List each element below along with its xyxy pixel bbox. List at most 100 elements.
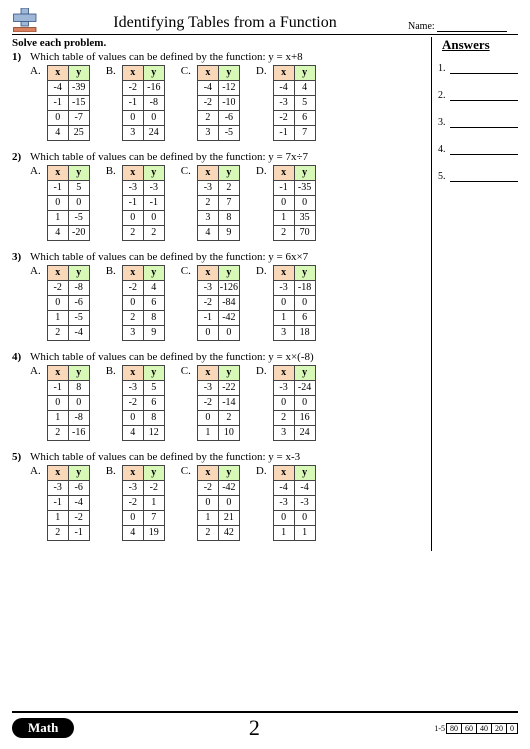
table-row: 135 bbox=[273, 211, 315, 226]
answer-blank[interactable] bbox=[450, 63, 519, 74]
x-header: x bbox=[273, 66, 294, 81]
table-cell: 16 bbox=[294, 411, 315, 426]
table-row: 22 bbox=[122, 226, 164, 241]
answer-number: 2. bbox=[438, 90, 446, 101]
name-blank-line[interactable] bbox=[437, 31, 507, 32]
table-row: -21 bbox=[122, 496, 164, 511]
table-cell: -18 bbox=[294, 281, 315, 296]
table-row: 419 bbox=[122, 526, 164, 541]
table-row: -4-4 bbox=[273, 481, 315, 496]
y-header: y bbox=[68, 66, 89, 81]
table-cell: 4 bbox=[47, 226, 68, 241]
answer-line: 3. bbox=[438, 117, 518, 128]
answer-blank[interactable] bbox=[450, 117, 519, 128]
answer-blank[interactable] bbox=[450, 144, 519, 155]
answer-blank[interactable] bbox=[450, 171, 519, 182]
option-label: C. bbox=[181, 465, 191, 477]
option: C.xy-32273849 bbox=[181, 165, 240, 241]
table-cell: -4 bbox=[273, 481, 294, 496]
table-row: 00 bbox=[47, 196, 89, 211]
y-header: y bbox=[68, 266, 89, 281]
table-cell: -4 bbox=[294, 481, 315, 496]
table-cell: 0 bbox=[197, 326, 218, 341]
y-header: y bbox=[218, 166, 239, 181]
table-row: 425 bbox=[47, 126, 89, 141]
table-cell: 0 bbox=[47, 296, 68, 311]
table-cell: 0 bbox=[68, 396, 89, 411]
table-cell: 6 bbox=[294, 111, 315, 126]
table-row: 00 bbox=[273, 396, 315, 411]
table-cell: -2 bbox=[122, 396, 143, 411]
option: B.xy-3-2-2107419 bbox=[106, 465, 165, 541]
table-cell: 1 bbox=[47, 311, 68, 326]
table-cell: -4 bbox=[273, 81, 294, 96]
table-cell: 0 bbox=[122, 511, 143, 526]
table-row: 02 bbox=[197, 411, 239, 426]
options-row: A.xy-2-80-61-52-4B.xy-24062839C.xy-3-126… bbox=[12, 265, 425, 341]
answers-column: Answers 1.2.3.4.5. bbox=[438, 37, 518, 551]
table-row: 110 bbox=[197, 426, 239, 441]
table-cell: 2 bbox=[47, 326, 68, 341]
table-cell: 4 bbox=[47, 126, 68, 141]
table-cell: -1 bbox=[47, 381, 68, 396]
table-cell: 4 bbox=[197, 226, 218, 241]
y-header: y bbox=[143, 66, 164, 81]
table-row: -18 bbox=[47, 381, 89, 396]
table-cell: 18 bbox=[294, 326, 315, 341]
table-cell: -3 bbox=[122, 381, 143, 396]
table-cell: -2 bbox=[47, 281, 68, 296]
answer-line: 1. bbox=[438, 63, 518, 74]
y-header: y bbox=[143, 366, 164, 381]
table-row: -3-3 bbox=[122, 181, 164, 196]
table-cell: 2 bbox=[273, 226, 294, 241]
option: C.xy-2-4200121242 bbox=[181, 465, 240, 541]
table-cell: 7 bbox=[218, 196, 239, 211]
table-cell: -2 bbox=[122, 496, 143, 511]
table-cell: -1 bbox=[273, 181, 294, 196]
problem-number: 1) bbox=[12, 51, 26, 63]
option: A.xy-3-6-1-41-22-1 bbox=[30, 465, 90, 541]
table-cell: -42 bbox=[218, 481, 239, 496]
value-table: xy-18001-82-16 bbox=[47, 365, 90, 441]
table-cell: -3 bbox=[143, 181, 164, 196]
table-cell: 0 bbox=[47, 396, 68, 411]
table-cell: -2 bbox=[197, 396, 218, 411]
table-cell: 0 bbox=[68, 196, 89, 211]
table-row: 16 bbox=[273, 311, 315, 326]
table-cell: 8 bbox=[68, 381, 89, 396]
table-row: 1-8 bbox=[47, 411, 89, 426]
score-cell: 20 bbox=[491, 723, 507, 734]
table-cell: 0 bbox=[273, 396, 294, 411]
table-cell: 3 bbox=[273, 326, 294, 341]
table-cell: -8 bbox=[143, 96, 164, 111]
table-cell: -3 bbox=[273, 496, 294, 511]
table-cell: -35 bbox=[294, 181, 315, 196]
table-cell: -8 bbox=[68, 281, 89, 296]
table-cell: -24 bbox=[294, 381, 315, 396]
option-label: D. bbox=[256, 365, 267, 377]
table-cell: 6 bbox=[143, 296, 164, 311]
table-cell: 1 bbox=[197, 511, 218, 526]
answers-heading: Answers bbox=[442, 37, 518, 53]
table-cell: 7 bbox=[294, 126, 315, 141]
table-cell: 3 bbox=[197, 211, 218, 226]
table-row: -1-15 bbox=[47, 96, 89, 111]
table-cell: -3 bbox=[273, 381, 294, 396]
table-cell: 1 bbox=[47, 511, 68, 526]
table-cell: 21 bbox=[218, 511, 239, 526]
y-header: y bbox=[68, 166, 89, 181]
table-row: -1-35 bbox=[273, 181, 315, 196]
table-cell: -2 bbox=[197, 296, 218, 311]
table-row: 28 bbox=[122, 311, 164, 326]
table-cell: 1 bbox=[47, 411, 68, 426]
answer-blank[interactable] bbox=[450, 90, 519, 101]
table-cell: -5 bbox=[218, 126, 239, 141]
table-row: -26 bbox=[273, 111, 315, 126]
table-cell: -3 bbox=[122, 481, 143, 496]
option-label: B. bbox=[106, 265, 116, 277]
table-cell: -4 bbox=[68, 326, 89, 341]
table-row: 08 bbox=[122, 411, 164, 426]
table-cell: -12 bbox=[218, 81, 239, 96]
value-table: xy-32273849 bbox=[197, 165, 240, 241]
table-cell: 2 bbox=[47, 426, 68, 441]
